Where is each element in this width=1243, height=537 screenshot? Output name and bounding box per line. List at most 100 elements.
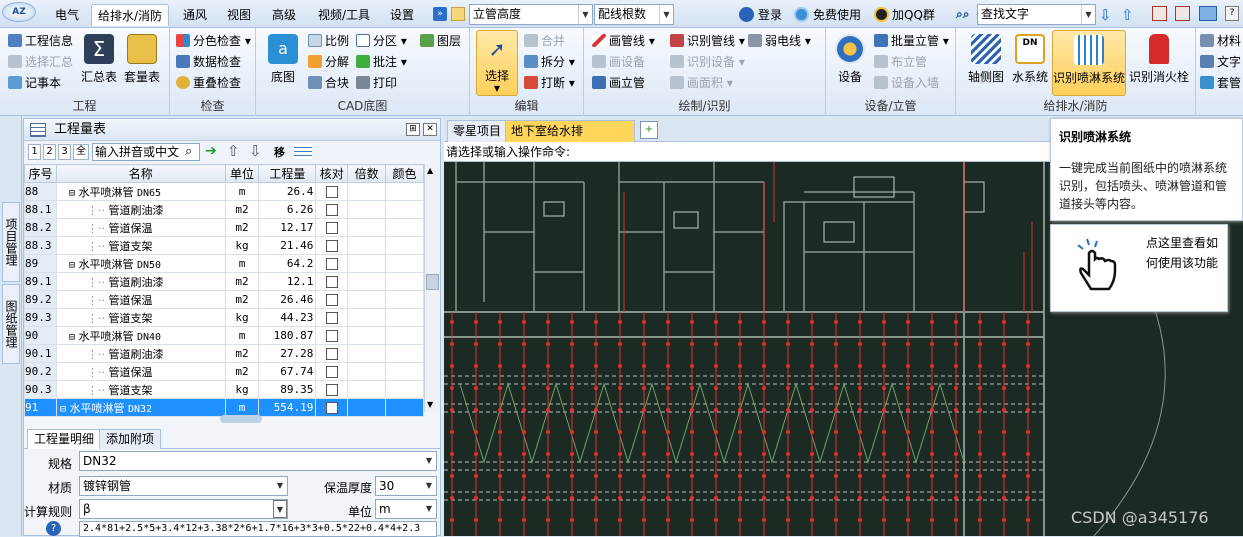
menu-tab-electrical[interactable]: 电气 <box>47 4 87 26</box>
table-row[interactable]: 88 ⊟ 水平喷淋管 DN65 m 26.4 <box>24 182 424 201</box>
column-header[interactable]: 工程量 <box>258 164 317 183</box>
row-multiplier[interactable] <box>347 326 387 345</box>
column-header[interactable]: 倍数 <box>347 164 387 183</box>
tab-basement-drawing[interactable]: 地下室给水排水、...✕ <box>505 120 635 158</box>
chevron-down-icon[interactable]: ▼ <box>273 477 287 495</box>
table-row[interactable]: 89 ⊟ 水平喷淋管 DN50 m 64.2 <box>24 254 424 273</box>
wiring-count-combo[interactable]: 配线根数 ▼ <box>594 4 674 25</box>
row-multiplier[interactable] <box>347 290 387 309</box>
print-button[interactable]: 打印 <box>356 73 397 93</box>
row-color[interactable] <box>385 182 424 201</box>
command-line[interactable]: 请选择或输入操作命令: <box>444 142 1050 162</box>
insulation-field[interactable]: 30 ▼ <box>375 476 437 496</box>
arrow-down-icon[interactable]: ⇩ <box>1099 6 1112 24</box>
row-color[interactable] <box>385 326 424 345</box>
quota-table-button[interactable]: 套量表 <box>122 34 162 85</box>
verify-checkbox[interactable] <box>325 258 338 270</box>
tab-misc-items[interactable]: 零星项目 <box>447 120 508 142</box>
move-button[interactable]: 移 <box>274 144 285 160</box>
select-summary-button[interactable]: 选择汇总 <box>8 52 73 72</box>
explode-button[interactable]: 分解 <box>308 52 349 72</box>
verify-checkbox[interactable] <box>325 294 338 306</box>
question-icon[interactable]: ? <box>46 521 61 536</box>
row-multiplier[interactable] <box>347 182 387 201</box>
new-tab-icon[interactable]: + <box>640 121 658 139</box>
column-header[interactable]: 名称 <box>55 164 226 183</box>
menu-tab-advanced[interactable]: 高级 <box>264 4 304 26</box>
notepad-button[interactable]: 记事本 <box>8 73 61 93</box>
break-button[interactable]: 打断 ▾ <box>524 73 575 93</box>
help-icon[interactable]: ? <box>1225 6 1239 21</box>
draw-riser-button[interactable]: 画立管 <box>592 73 645 93</box>
chevron-down-icon[interactable]: ▼ <box>422 452 436 470</box>
row-color[interactable] <box>385 272 424 291</box>
row-multiplier[interactable] <box>347 398 387 417</box>
table-row[interactable]: 90 ⊟ 水平喷淋管 DN40 m 180.87 <box>24 326 424 345</box>
project-info-button[interactable]: 工程信息 <box>8 31 73 51</box>
scroll-down-icon[interactable]: ▼ <box>427 400 433 409</box>
column-header[interactable]: 单位 <box>224 164 260 183</box>
chevron-down-icon[interactable]: ▼ <box>659 5 673 24</box>
menu-tab-ventilation[interactable]: 通风 <box>175 4 215 26</box>
menu-tab-plumbing[interactable]: 给排水/消防 <box>91 4 169 26</box>
split-button[interactable]: 拆分 ▾ <box>524 52 575 72</box>
tab-quantity-detail[interactable]: 工程量明细 <box>27 429 102 449</box>
table-row[interactable]: 90.3 ⋮·· 管道支架 kg 89.35 <box>24 380 424 399</box>
move-up-icon[interactable]: ⇧ <box>227 142 240 160</box>
merge-button[interactable]: 合并 <box>524 31 565 51</box>
help-card[interactable]: 点这里查看如何使用该功能 <box>1050 224 1228 312</box>
verify-checkbox[interactable] <box>325 384 338 396</box>
verify-checkbox[interactable] <box>325 312 338 324</box>
column-header[interactable]: 序号 <box>24 164 57 183</box>
spec-field[interactable]: DN32 ▼ <box>79 451 437 471</box>
annotate-button[interactable]: 批注 ▾ <box>356 52 407 72</box>
side-tab-drawing-management[interactable]: 图纸管理 <box>2 284 20 364</box>
check-list-icon[interactable] <box>294 144 312 159</box>
tab-add-subitem[interactable]: 添加附项 <box>99 429 162 449</box>
side-tab-project-management[interactable]: 项目管理 <box>2 202 20 282</box>
row-color[interactable] <box>385 344 424 363</box>
menu-tab-view[interactable]: 视图 <box>219 4 259 26</box>
identify-hydrant-button[interactable]: 识别消火栓 <box>1128 34 1190 85</box>
riser-height-combo[interactable]: 立管高度 ▼ <box>469 4 593 25</box>
overlap-check-button[interactable]: 重叠检查 <box>176 73 241 93</box>
menu-tab-settings[interactable]: 设置 <box>382 4 422 26</box>
chevron-down-icon[interactable]: ▼ <box>273 500 287 518</box>
identify-sprinkler-button[interactable]: 识别喷淋系统 <box>1052 30 1126 96</box>
row-multiplier[interactable] <box>347 380 387 399</box>
draw-pipe-button[interactable]: 画管线 ▾ <box>592 31 655 51</box>
close-icon[interactable]: ✕ <box>423 123 437 136</box>
verify-checkbox[interactable] <box>325 348 338 360</box>
row-color[interactable] <box>385 362 424 381</box>
row-multiplier[interactable] <box>347 362 387 381</box>
device-into-wall-button[interactable]: 设备入墙 <box>874 73 939 93</box>
column-header[interactable]: 颜色 <box>385 164 424 183</box>
draw-area-button[interactable]: 画面积 ▾ <box>670 73 733 93</box>
free-use-link[interactable]: 免费使用 <box>813 5 861 25</box>
merge-block-button[interactable]: 合块 <box>308 73 349 93</box>
data-check-button[interactable]: 数据检查 <box>176 52 241 72</box>
draw-device-button[interactable]: 画设备 <box>592 52 645 72</box>
device-button[interactable]: 设备 <box>832 34 868 85</box>
table-row[interactable]: 88.2 ⋮·· 管道保温 m2 12.17 <box>24 218 424 237</box>
quick-access-icon[interactable]: » <box>433 7 447 21</box>
row-color[interactable] <box>385 398 424 417</box>
row-multiplier[interactable] <box>347 344 387 363</box>
app-logo[interactable]: AZ <box>2 2 36 22</box>
material-field[interactable]: 镀锌钢管 ▼ <box>79 476 288 496</box>
arrow-up-icon[interactable]: ⇧ <box>1121 6 1134 24</box>
verify-checkbox[interactable] <box>325 402 338 414</box>
row-color[interactable] <box>385 200 424 219</box>
formula-field[interactable]: 2.4*81+2.5*5+3.4*12+3.38*2*6+1.7*16+3*3+… <box>79 521 437 537</box>
chevron-down-icon[interactable]: ▼ <box>1081 5 1095 24</box>
scrollbar-thumb[interactable] <box>426 274 439 290</box>
table-row[interactable]: 91 ⊟ 水平喷淋管 DN32 m 554.19 <box>24 398 424 417</box>
scale-button[interactable]: 比例 <box>308 31 349 51</box>
table-row[interactable]: 89.2 ⋮·· 管道保温 m2 26.46 <box>24 290 424 309</box>
row-multiplier[interactable] <box>347 200 387 219</box>
row-multiplier[interactable] <box>347 272 387 291</box>
row-multiplier[interactable] <box>347 218 387 237</box>
pin-icon[interactable]: ⊞ <box>406 123 420 136</box>
window-restore-icon[interactable] <box>1152 6 1167 21</box>
axonometric-button[interactable]: 轴侧图 <box>964 34 1008 85</box>
